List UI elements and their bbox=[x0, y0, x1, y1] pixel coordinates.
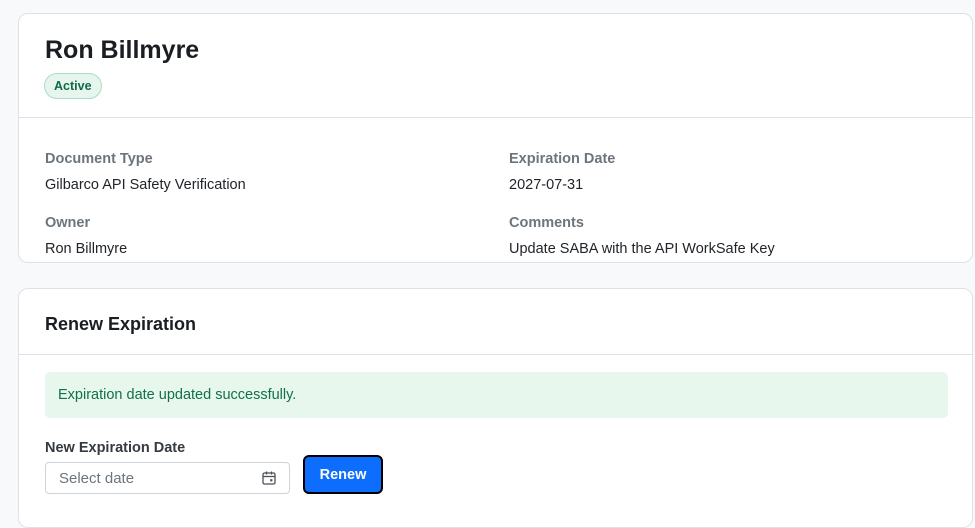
new-expiration-date-label: New Expiration Date bbox=[45, 440, 186, 456]
document-details-card: Ron Billmyre Active Document Type Gilbar… bbox=[18, 13, 973, 263]
calendar-icon[interactable] bbox=[261, 470, 277, 486]
status-badge: Active bbox=[44, 73, 102, 99]
expiration-date-label: Expiration Date bbox=[509, 151, 616, 167]
success-alert: Expiration date updated successfully. bbox=[45, 372, 948, 418]
renew-expiration-title: Renew Expiration bbox=[45, 314, 197, 334]
expiration-date-field: Expiration Date 2027-07-31 bbox=[509, 150, 615, 194]
comments-label: Comments bbox=[509, 215, 584, 231]
renew-expiration-card: Renew Expiration Expiration date updated… bbox=[18, 288, 973, 528]
document-type-field: Document Type Gilbarco API Safety Verifi… bbox=[45, 150, 246, 194]
document-type-label: Document Type bbox=[45, 151, 153, 167]
owner-field: Owner Ron Billmyre bbox=[45, 214, 127, 258]
renew-button[interactable]: Renew bbox=[303, 455, 383, 494]
owner-label: Owner bbox=[45, 215, 91, 231]
date-picker[interactable] bbox=[45, 462, 290, 494]
page-title: Ron Billmyre bbox=[45, 36, 200, 64]
document-details-header: Ron Billmyre Active bbox=[19, 14, 972, 118]
comments-field: Comments Update SABA with the API WorkSa… bbox=[509, 214, 775, 258]
new-expiration-date-input[interactable] bbox=[46, 463, 246, 493]
comments-value: Update SABA with the API WorkSafe Key bbox=[509, 241, 775, 257]
owner-value: Ron Billmyre bbox=[45, 241, 128, 257]
expiration-date-value: 2027-07-31 bbox=[509, 177, 584, 193]
renew-expiration-header: Renew Expiration bbox=[19, 289, 972, 355]
document-type-value: Gilbarco API Safety Verification bbox=[45, 177, 246, 193]
